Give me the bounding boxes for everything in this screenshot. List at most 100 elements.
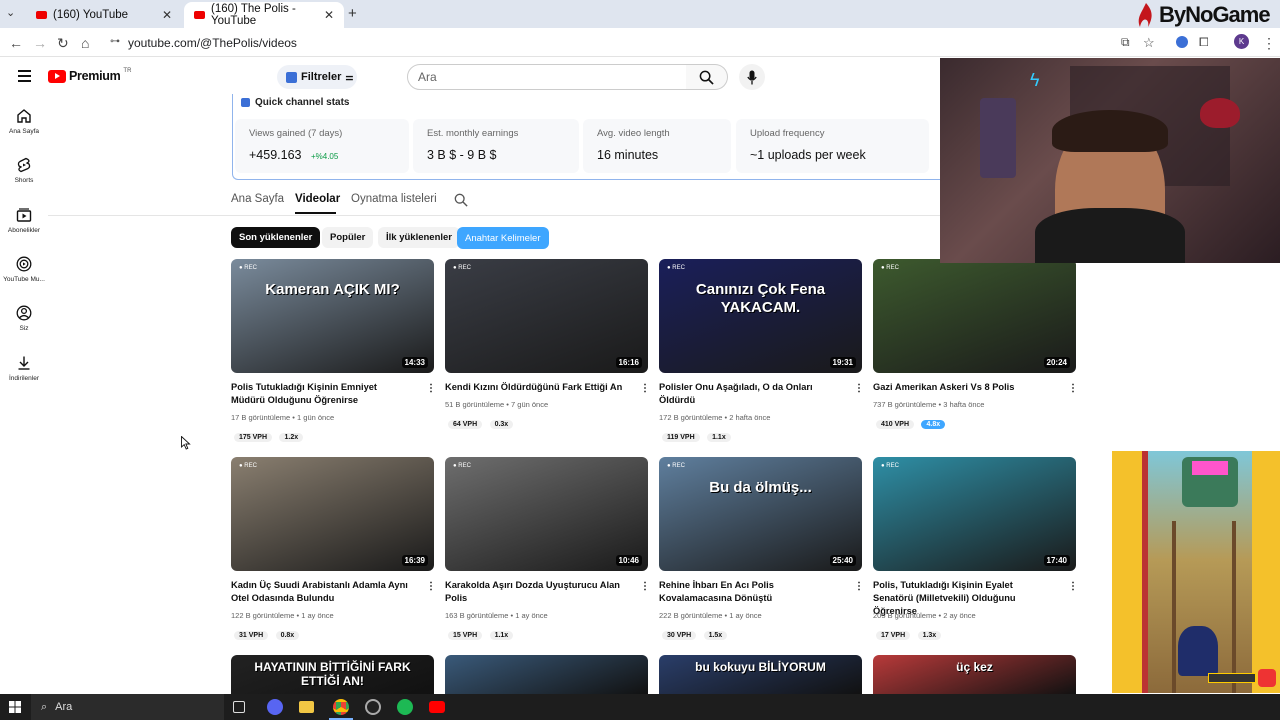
install-app-icon[interactable]: ⧉: [1121, 35, 1130, 50]
video-meta: 51 B görüntüleme • 7 gün önce: [445, 400, 549, 409]
video-thumbnail-partial[interactable]: bu kokuyu BİLİYORUM: [659, 655, 862, 694]
sidebar-item-youtube-music[interactable]: YouTube Mu...: [0, 256, 48, 283]
chip-keywords[interactable]: Anahtar Kelimeler: [457, 227, 549, 249]
address-bar[interactable]: ⊶ youtube.com/@ThePolis/videos: [108, 32, 1120, 54]
video-thumbnail[interactable]: ● REC Kameran AÇIK MI? 14:33: [231, 259, 434, 373]
video-duration: 17:40: [1043, 555, 1070, 566]
video-card[interactable]: ● REC Canınızı Çok Fena YAKACAM. 19:31 P…: [659, 259, 864, 442]
site-info-icon[interactable]: ⊶: [110, 36, 120, 47]
multiplier-badge: 0.3x: [489, 420, 514, 429]
video-thumbnail[interactable]: ● REC Bu da ölmüş... 25:40: [659, 457, 862, 571]
video-title[interactable]: Rehine İhbarı En Acı Polis Kovalamacasın…: [659, 579, 839, 605]
extensions-puzzle-icon[interactable]: ⧠: [1199, 35, 1209, 50]
rec-indicator: ● REC: [453, 463, 471, 469]
bookmark-star-icon[interactable]: ☆: [1143, 35, 1155, 51]
tab-videos[interactable]: Videolar: [295, 193, 340, 205]
tab-home[interactable]: Ana Sayfa: [231, 193, 284, 205]
flame-icon: [1138, 3, 1152, 27]
new-tab-plus-icon[interactable]: +: [348, 5, 357, 22]
sidebar-item-downloads[interactable]: İndirilenler: [0, 355, 48, 382]
video-menu-icon[interactable]: ⋮: [426, 581, 436, 592]
video-menu-icon[interactable]: ⋮: [426, 383, 436, 394]
rec-indicator: ● REC: [239, 463, 257, 469]
video-thumbnail[interactable]: ● REC 16:39: [231, 457, 434, 571]
search-input[interactable]: Ara: [407, 64, 687, 90]
sidebar-item-subscriptions[interactable]: Abonelikler: [0, 207, 48, 234]
obs-icon[interactable]: [365, 699, 381, 715]
hamburger-menu-icon[interactable]: [18, 70, 31, 82]
neon-lips-icon: [1200, 98, 1240, 128]
windows-start-icon[interactable]: [9, 701, 21, 713]
channel-search-icon[interactable]: [454, 193, 468, 207]
search-button[interactable]: [686, 64, 728, 90]
filters-button[interactable]: Filtreler ⚌: [277, 65, 357, 89]
forward-arrow-icon[interactable]: →: [33, 35, 47, 51]
vph-badges: 15 VPH 1.1x: [448, 624, 516, 642]
video-menu-icon[interactable]: ⋮: [854, 581, 864, 592]
youtube-favicon-icon: [194, 11, 205, 19]
profile-avatar[interactable]: K: [1234, 34, 1249, 49]
vph-badge: 175 VPH: [234, 433, 273, 442]
video-menu-icon[interactable]: ⋮: [1068, 383, 1078, 394]
video-menu-icon[interactable]: ⋮: [640, 581, 650, 592]
youtube-premium-logo[interactable]: Premium TR: [48, 68, 131, 83]
reload-icon[interactable]: ↻: [57, 35, 69, 52]
video-title[interactable]: Kendi Kızını Öldürdüğünü Fark Ettiği An: [445, 381, 625, 394]
video-thumbnail[interactable]: ● REC 20:24: [873, 259, 1076, 373]
video-card[interactable]: ● REC 17:40 Polis, Tutukladığı Kişinin E…: [873, 457, 1078, 640]
browser-tab-bar: ⌄ (160) YouTube ✕ (160) The Polis - YouT…: [0, 0, 1280, 28]
video-card[interactable]: ● REC Bu da ölmüş... 25:40 Rehine İhbarı…: [659, 457, 864, 640]
spotify-icon[interactable]: [397, 699, 413, 715]
video-thumbnail-partial[interactable]: [445, 655, 648, 694]
home-icon[interactable]: ⌂: [81, 35, 89, 51]
stat-card-views: Views gained (7 days) +459.163 +%4.05: [235, 119, 409, 173]
chip-oldest[interactable]: İlk yüklenenler: [378, 227, 461, 248]
video-menu-icon[interactable]: ⋮: [854, 383, 864, 394]
discord-icon[interactable]: [267, 699, 283, 715]
chip-popular[interactable]: Popüler: [322, 227, 374, 248]
home-icon: [17, 109, 31, 123]
task-view-icon[interactable]: [233, 701, 245, 713]
browser-tab-youtube[interactable]: (160) YouTube ✕: [26, 2, 182, 28]
video-thumbnail[interactable]: ● REC 10:46: [445, 457, 648, 571]
tab-playlists[interactable]: Oynatma listeleri: [351, 193, 437, 205]
video-card[interactable]: ● REC 16:39 Kadın Üç Suudi Arabistanlı A…: [231, 457, 436, 640]
video-card[interactable]: ● REC 20:24 Gazi Amerikan Askeri Vs 8 Po…: [873, 259, 1078, 439]
video-thumbnail-partial[interactable]: HAYATININ BİTTİĞİNİ FARK ETTİĞİ AN!: [231, 655, 434, 694]
video-thumbnail[interactable]: ● REC Canınızı Çok Fena YAKACAM. 19:31: [659, 259, 862, 373]
video-title[interactable]: Kadın Üç Suudi Arabistanlı Adamla Aynı O…: [231, 579, 411, 605]
video-duration: 14:33: [401, 357, 428, 368]
chrome-icon[interactable]: [333, 699, 349, 715]
video-title[interactable]: Polisler Onu Aşağıladı, O da Onları Öldü…: [659, 381, 839, 407]
browser-menu-icon[interactable]: ⋮: [1262, 35, 1276, 52]
video-card[interactable]: ● REC Kameran AÇIK MI? 14:33 Polis Tutuk…: [231, 259, 436, 442]
video-card[interactable]: ● REC 10:46 Karakolda Aşırı Dozda Uyuştu…: [445, 457, 650, 640]
video-title[interactable]: Karakolda Aşırı Dozda Uyuşturucu Alan Po…: [445, 579, 625, 605]
close-tab-icon[interactable]: ✕: [324, 8, 334, 22]
video-thumbnail-partial[interactable]: üç kez: [873, 655, 1076, 694]
powerup-meter: [1208, 673, 1256, 683]
tab-search-chevron-icon[interactable]: ⌄: [6, 6, 15, 19]
taskbar-search-input[interactable]: ⌕ Ara: [31, 694, 224, 720]
browser-tab-the-polis[interactable]: (160) The Polis - YouTube ✕: [184, 2, 344, 28]
video-title[interactable]: Gazi Amerikan Askeri Vs 8 Polis: [873, 381, 1053, 394]
chip-latest[interactable]: Son yüklenenler: [231, 227, 321, 248]
video-title[interactable]: Polis Tutukladığı Kişinin Emniyet Müdürü…: [231, 381, 411, 407]
stat-card-video-length: Avg. video length 16 minutes: [583, 119, 731, 173]
sidebar-item-shorts[interactable]: Shorts: [0, 157, 48, 184]
video-thumbnail[interactable]: ● REC 17:40: [873, 457, 1076, 571]
video-thumbnail[interactable]: ● REC 16:16: [445, 259, 648, 373]
vph-badges: 30 VPH 1.5x: [662, 624, 730, 642]
video-menu-icon[interactable]: ⋮: [1068, 581, 1078, 592]
extension-icon[interactable]: [1176, 36, 1188, 48]
sidebar-item-you[interactable]: Siz: [0, 305, 48, 332]
voice-search-button[interactable]: [739, 64, 765, 90]
video-card[interactable]: ● REC 16:16 Kendi Kızını Öldürdüğünü Far…: [445, 259, 650, 439]
video-menu-icon[interactable]: ⋮: [640, 383, 650, 394]
close-tab-icon[interactable]: ✕: [162, 8, 172, 22]
thumbnail-caption: bu kokuyu BİLİYORUM: [695, 660, 826, 674]
back-arrow-icon[interactable]: ←: [9, 35, 23, 51]
file-explorer-icon[interactable]: [299, 701, 314, 713]
sidebar-item-home[interactable]: Ana Sayfa: [0, 108, 48, 135]
youtube-app-icon[interactable]: [429, 701, 445, 713]
